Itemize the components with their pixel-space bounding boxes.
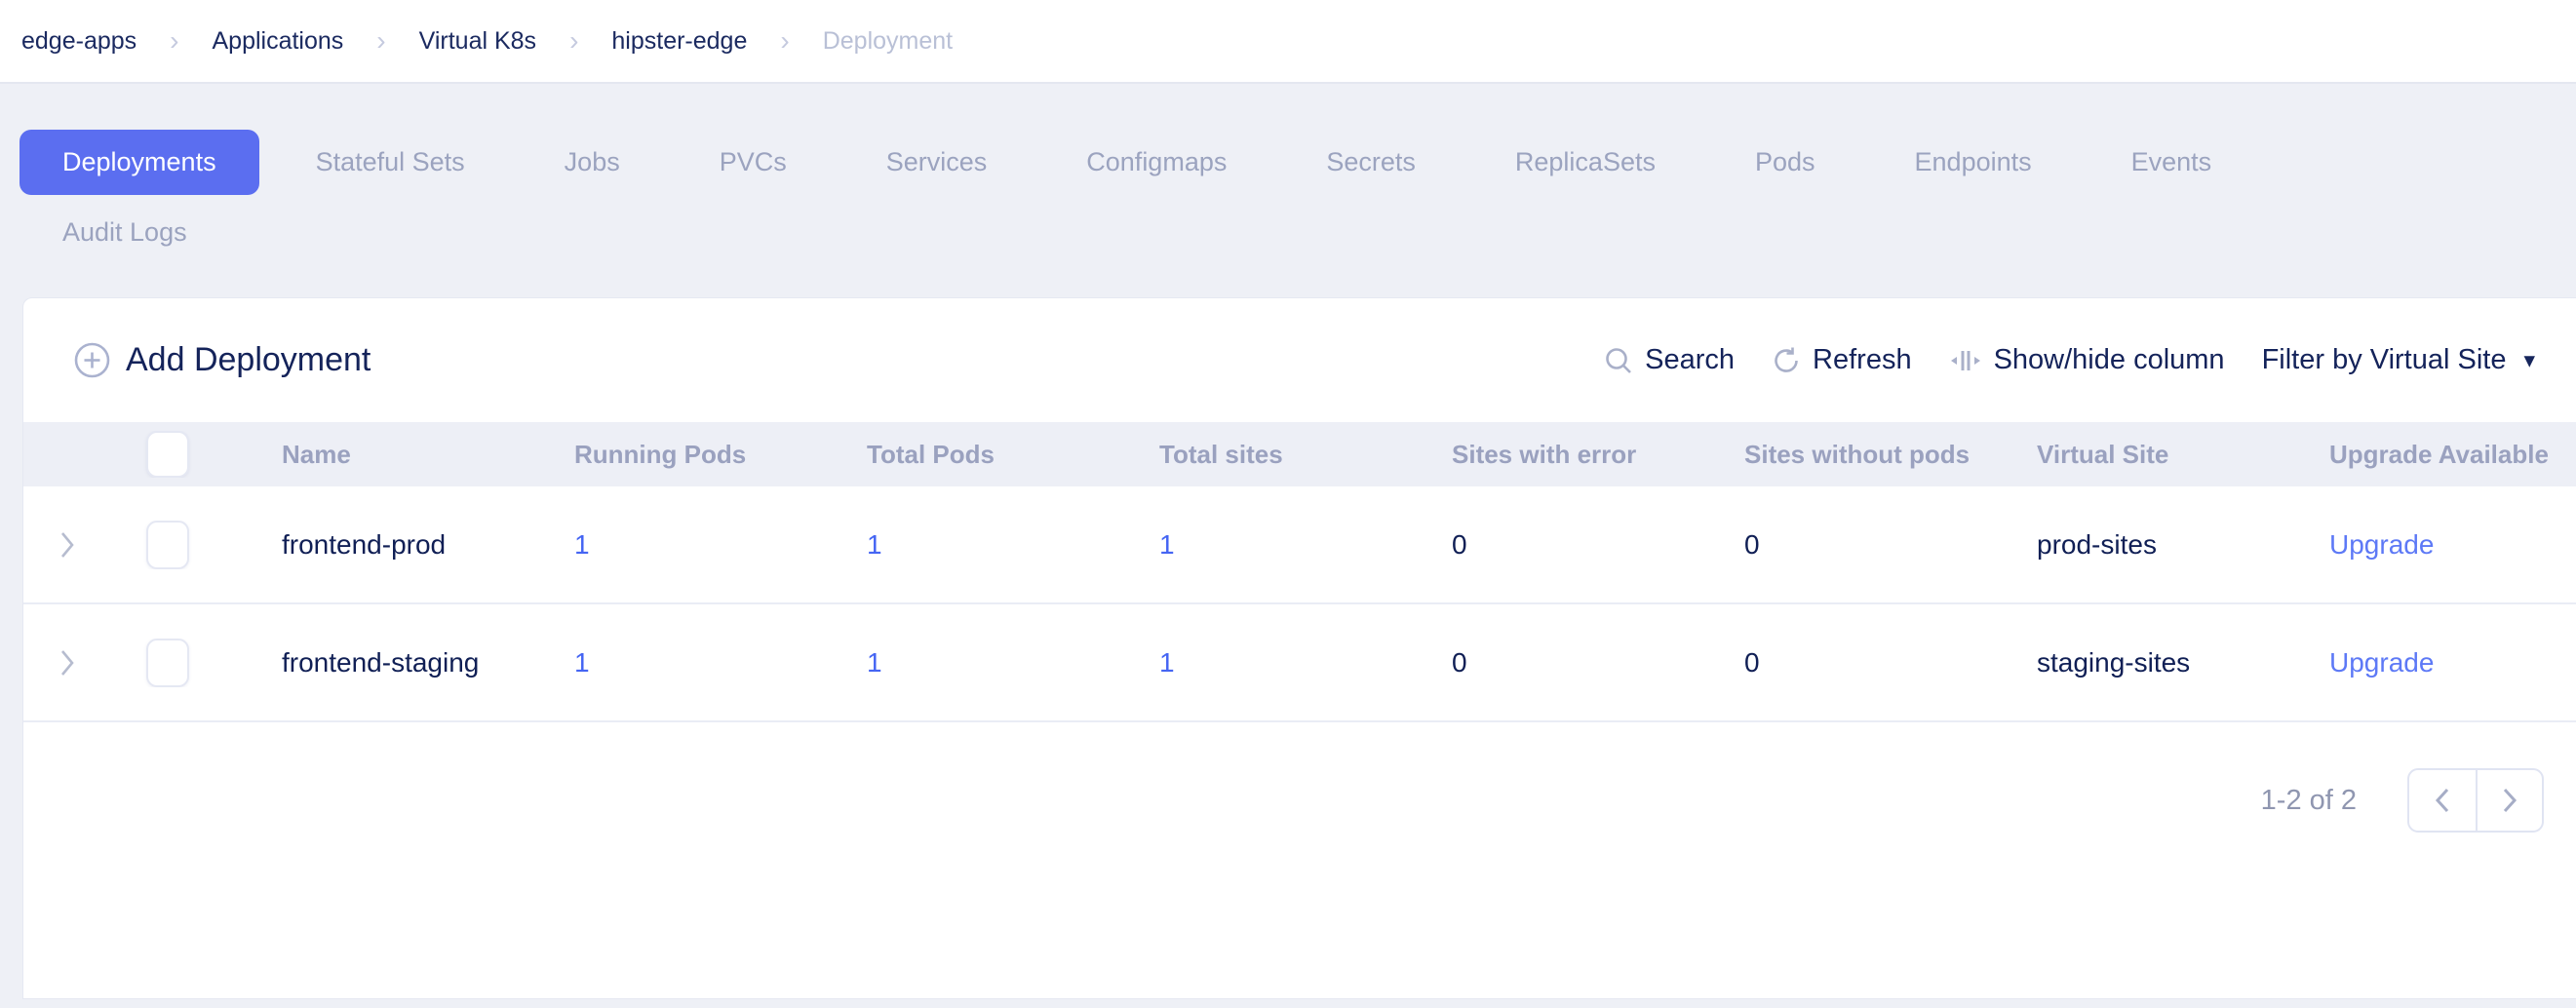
tab-deployments[interactable]: Deployments: [20, 130, 259, 195]
table-row-frontend-staging: frontend-staging 1 1 1 0 0 staging-sites…: [23, 604, 2576, 722]
breadcrumb-bar: edge-apps › Applications › Virtual K8s ›…: [0, 0, 2576, 84]
column-header-sites-with-error[interactable]: Sites with error: [1393, 440, 1686, 470]
column-header-virtual-site[interactable]: Virtual Site: [1978, 440, 2271, 470]
chevron-right-icon: [59, 529, 76, 561]
show-hide-column-label: Show/hide column: [1994, 344, 2225, 376]
breadcrumb-item-edge-apps[interactable]: edge-apps: [21, 27, 137, 56]
tab-row-2: Audit Logs: [20, 207, 2576, 257]
total-pods-link[interactable]: 1: [867, 647, 882, 678]
deployment-name: frontend-prod: [223, 529, 516, 561]
chevron-separator-icon: ›: [170, 27, 178, 55]
upgrade-link[interactable]: Upgrade: [2329, 529, 2434, 560]
refresh-icon: [1772, 346, 1801, 375]
column-header-upgrade-available[interactable]: Upgrade Available: [2271, 440, 2576, 470]
breadcrumb-item-deployment: Deployment: [823, 27, 953, 56]
plus-circle-icon: [74, 342, 110, 378]
total-sites-link[interactable]: 1: [1159, 647, 1175, 678]
sites-with-error-value: 0: [1393, 647, 1686, 678]
refresh-label: Refresh: [1813, 344, 1912, 376]
virtual-site-value: prod-sites: [1978, 529, 2271, 561]
total-pods-link[interactable]: 1: [867, 529, 882, 560]
tab-pvcs[interactable]: PVCs: [677, 130, 830, 195]
card-toolbar: Add Deployment Search Refresh: [23, 298, 2576, 422]
add-deployment-label: Add Deployment: [126, 341, 371, 379]
virtual-site-value: staging-sites: [1978, 647, 2271, 678]
prev-page-button[interactable]: [2409, 770, 2476, 831]
column-header-name[interactable]: Name: [223, 440, 516, 470]
column-header-sites-without-pods[interactable]: Sites without pods: [1686, 440, 1978, 470]
table-row-frontend-prod: frontend-prod 1 1 1 0 0 prod-sites Upgra…: [23, 486, 2576, 604]
tab-pods[interactable]: Pods: [1712, 130, 1858, 195]
total-sites-link[interactable]: 1: [1159, 529, 1175, 560]
running-pods-link[interactable]: 1: [574, 529, 590, 560]
tab-bar: Deployments Stateful Sets Jobs PVCs Serv…: [0, 84, 2576, 257]
breadcrumb-item-applications[interactable]: Applications: [212, 27, 343, 56]
chevron-left-icon: [2434, 787, 2451, 814]
tab-audit-logs[interactable]: Audit Logs: [20, 207, 230, 257]
column-header-total-sites[interactable]: Total sites: [1101, 440, 1393, 470]
tab-secrets[interactable]: Secrets: [1283, 130, 1459, 195]
pagination: 1-2 of 2: [23, 768, 2576, 833]
chevron-separator-icon: ›: [780, 27, 789, 55]
tab-events[interactable]: Events: [2088, 130, 2255, 195]
column-header-total-pods[interactable]: Total Pods: [808, 440, 1101, 470]
add-deployment-button[interactable]: Add Deployment: [74, 341, 371, 379]
search-label: Search: [1645, 344, 1735, 376]
row-checkbox[interactable]: [146, 639, 189, 687]
refresh-button[interactable]: Refresh: [1772, 344, 1912, 376]
table-header-row: Name Running Pods Total Pods Total sites…: [23, 422, 2576, 486]
pagination-range: 1-2 of 2: [2261, 785, 2357, 817]
tab-stateful-sets[interactable]: Stateful Sets: [273, 130, 508, 195]
running-pods-link[interactable]: 1: [574, 647, 590, 678]
next-page-button[interactable]: [2476, 770, 2542, 831]
expand-row-button[interactable]: [59, 529, 76, 561]
select-all-checkbox[interactable]: [146, 431, 189, 478]
column-header-running-pods[interactable]: Running Pods: [516, 440, 808, 470]
show-hide-column-button[interactable]: Show/hide column: [1949, 344, 2225, 376]
expand-row-button[interactable]: [59, 647, 76, 678]
filter-label: Filter by Virtual Site: [2262, 344, 2507, 376]
page-body: Deployments Stateful Sets Jobs PVCs Serv…: [0, 84, 2576, 999]
caret-down-icon: ▾: [2523, 347, 2535, 373]
pager-buttons: [2407, 768, 2544, 833]
toolbar-right: Search Refresh Show/: [1604, 344, 2535, 376]
breadcrumb: edge-apps › Applications › Virtual K8s ›…: [21, 27, 953, 56]
sites-without-pods-value: 0: [1686, 647, 1978, 678]
tab-endpoints[interactable]: Endpoints: [1872, 130, 2075, 195]
tab-replicasets[interactable]: ReplicaSets: [1472, 130, 1698, 195]
upgrade-link[interactable]: Upgrade: [2329, 647, 2434, 678]
deployments-card: Add Deployment Search Refresh: [22, 297, 2576, 999]
search-button[interactable]: Search: [1604, 344, 1735, 376]
tab-jobs[interactable]: Jobs: [522, 130, 663, 195]
chevron-right-icon: [2501, 787, 2518, 814]
deployment-name: frontend-staging: [223, 647, 516, 678]
tab-configmaps[interactable]: Configmaps: [1043, 130, 1269, 195]
filter-by-virtual-site-dropdown[interactable]: Filter by Virtual Site ▾: [2262, 344, 2535, 376]
sites-without-pods-value: 0: [1686, 529, 1978, 561]
search-icon: [1604, 346, 1633, 375]
chevron-separator-icon: ›: [376, 27, 385, 55]
chevron-separator-icon: ›: [569, 27, 578, 55]
breadcrumb-item-virtual-k8s[interactable]: Virtual K8s: [419, 27, 536, 56]
column-toggle-icon: [1949, 346, 1982, 375]
chevron-right-icon: [59, 647, 76, 678]
tab-services[interactable]: Services: [843, 130, 1031, 195]
breadcrumb-item-hipster-edge[interactable]: hipster-edge: [611, 27, 747, 56]
sites-with-error-value: 0: [1393, 529, 1686, 561]
row-checkbox[interactable]: [146, 521, 189, 569]
tab-row-1: Deployments Stateful Sets Jobs PVCs Serv…: [20, 130, 2576, 195]
